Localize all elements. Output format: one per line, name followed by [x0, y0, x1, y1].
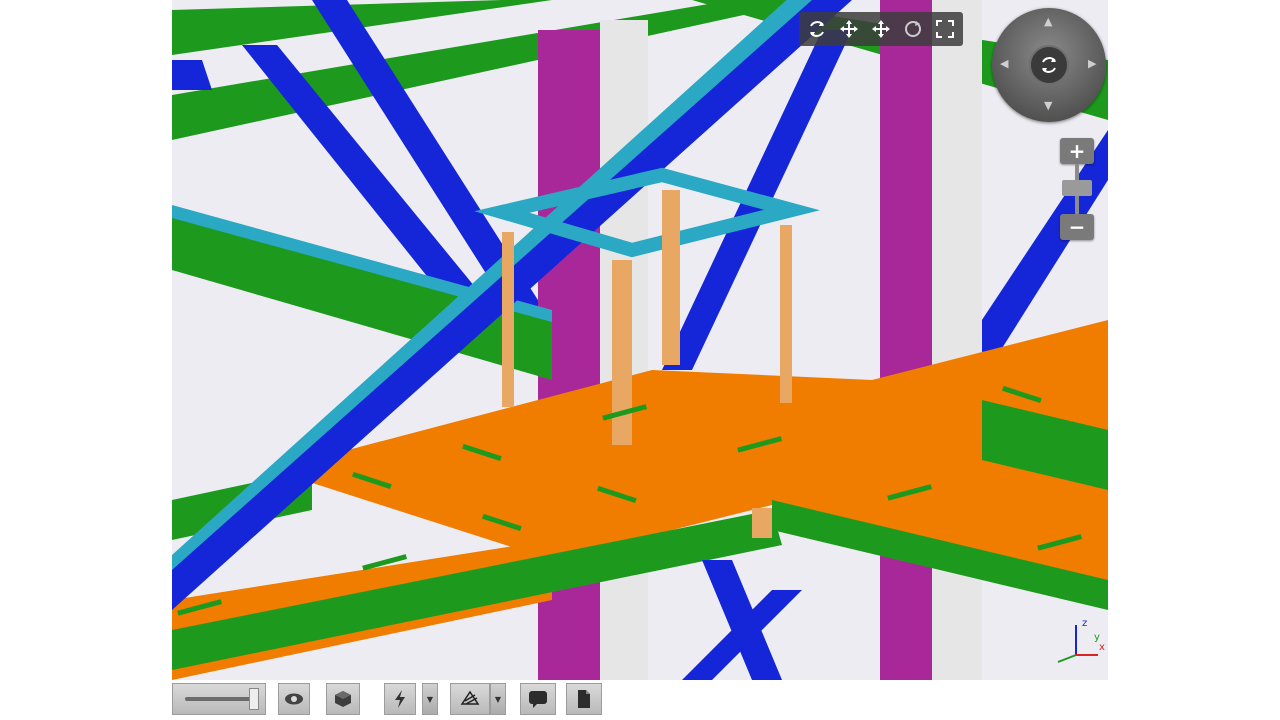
lighting-dropdown[interactable]: ▼ [422, 683, 438, 715]
fullscreen-icon [936, 20, 954, 38]
structural-model-scene[interactable] [172, 0, 1108, 680]
zoom-out-button[interactable]: − [1060, 214, 1094, 240]
move-icon [872, 20, 890, 38]
comment-icon [529, 691, 547, 708]
section-icon [460, 690, 480, 705]
bottom-toolbar: ▼ ▼ [172, 680, 1108, 720]
cube-icon [335, 691, 351, 707]
rotate-button[interactable] [898, 15, 928, 43]
opacity-slider-track[interactable] [185, 688, 259, 710]
document-icon [578, 690, 590, 708]
orbit-icon [810, 21, 824, 37]
eye-icon [285, 693, 303, 705]
wheel-left-arrow-icon[interactable]: ◀ [1000, 58, 1008, 69]
wheel-orbit-button[interactable] [1029, 45, 1069, 85]
axis-triad-icon: z x y [1057, 618, 1105, 663]
fullscreen-button[interactable] [930, 15, 960, 43]
axis-triad: z x y [1046, 610, 1106, 670]
visibility-button[interactable] [278, 683, 310, 715]
axis-z-label: z [1082, 618, 1087, 629]
zoom-control: + − [1060, 138, 1094, 240]
zoom-thumb[interactable] [1062, 180, 1092, 196]
opacity-slider-thumb[interactable] [249, 688, 259, 710]
section-dropdown[interactable]: ▼ [490, 683, 506, 715]
model-viewport[interactable]: ▲ ▼ ◀ ▶ + − z x y [172, 0, 1108, 680]
lighting-button[interactable] [384, 683, 416, 715]
navigation-wheel[interactable]: ▲ ▼ ◀ ▶ [992, 8, 1106, 122]
model-cube-button[interactable] [326, 683, 360, 715]
lightning-icon [395, 690, 405, 708]
section-button[interactable] [450, 683, 490, 715]
axis-x-label: x [1099, 642, 1105, 653]
pan-icon [840, 20, 858, 38]
comment-button[interactable] [520, 683, 556, 715]
move-button[interactable] [866, 15, 896, 43]
wheel-down-arrow-icon[interactable]: ▼ [1044, 100, 1052, 111]
document-button[interactable] [566, 683, 602, 715]
navigation-toolbar [799, 12, 963, 46]
orbit-button[interactable] [802, 15, 832, 43]
opacity-slider[interactable] [172, 683, 266, 715]
pan-button[interactable] [834, 15, 864, 43]
orbit-icon [1042, 57, 1056, 73]
rotate-icon [905, 21, 921, 37]
wheel-up-arrow-icon[interactable]: ▲ [1044, 16, 1052, 27]
zoom-in-button[interactable]: + [1060, 138, 1094, 164]
axis-y-label: y [1094, 632, 1100, 643]
wheel-right-arrow-icon[interactable]: ▶ [1088, 58, 1096, 69]
